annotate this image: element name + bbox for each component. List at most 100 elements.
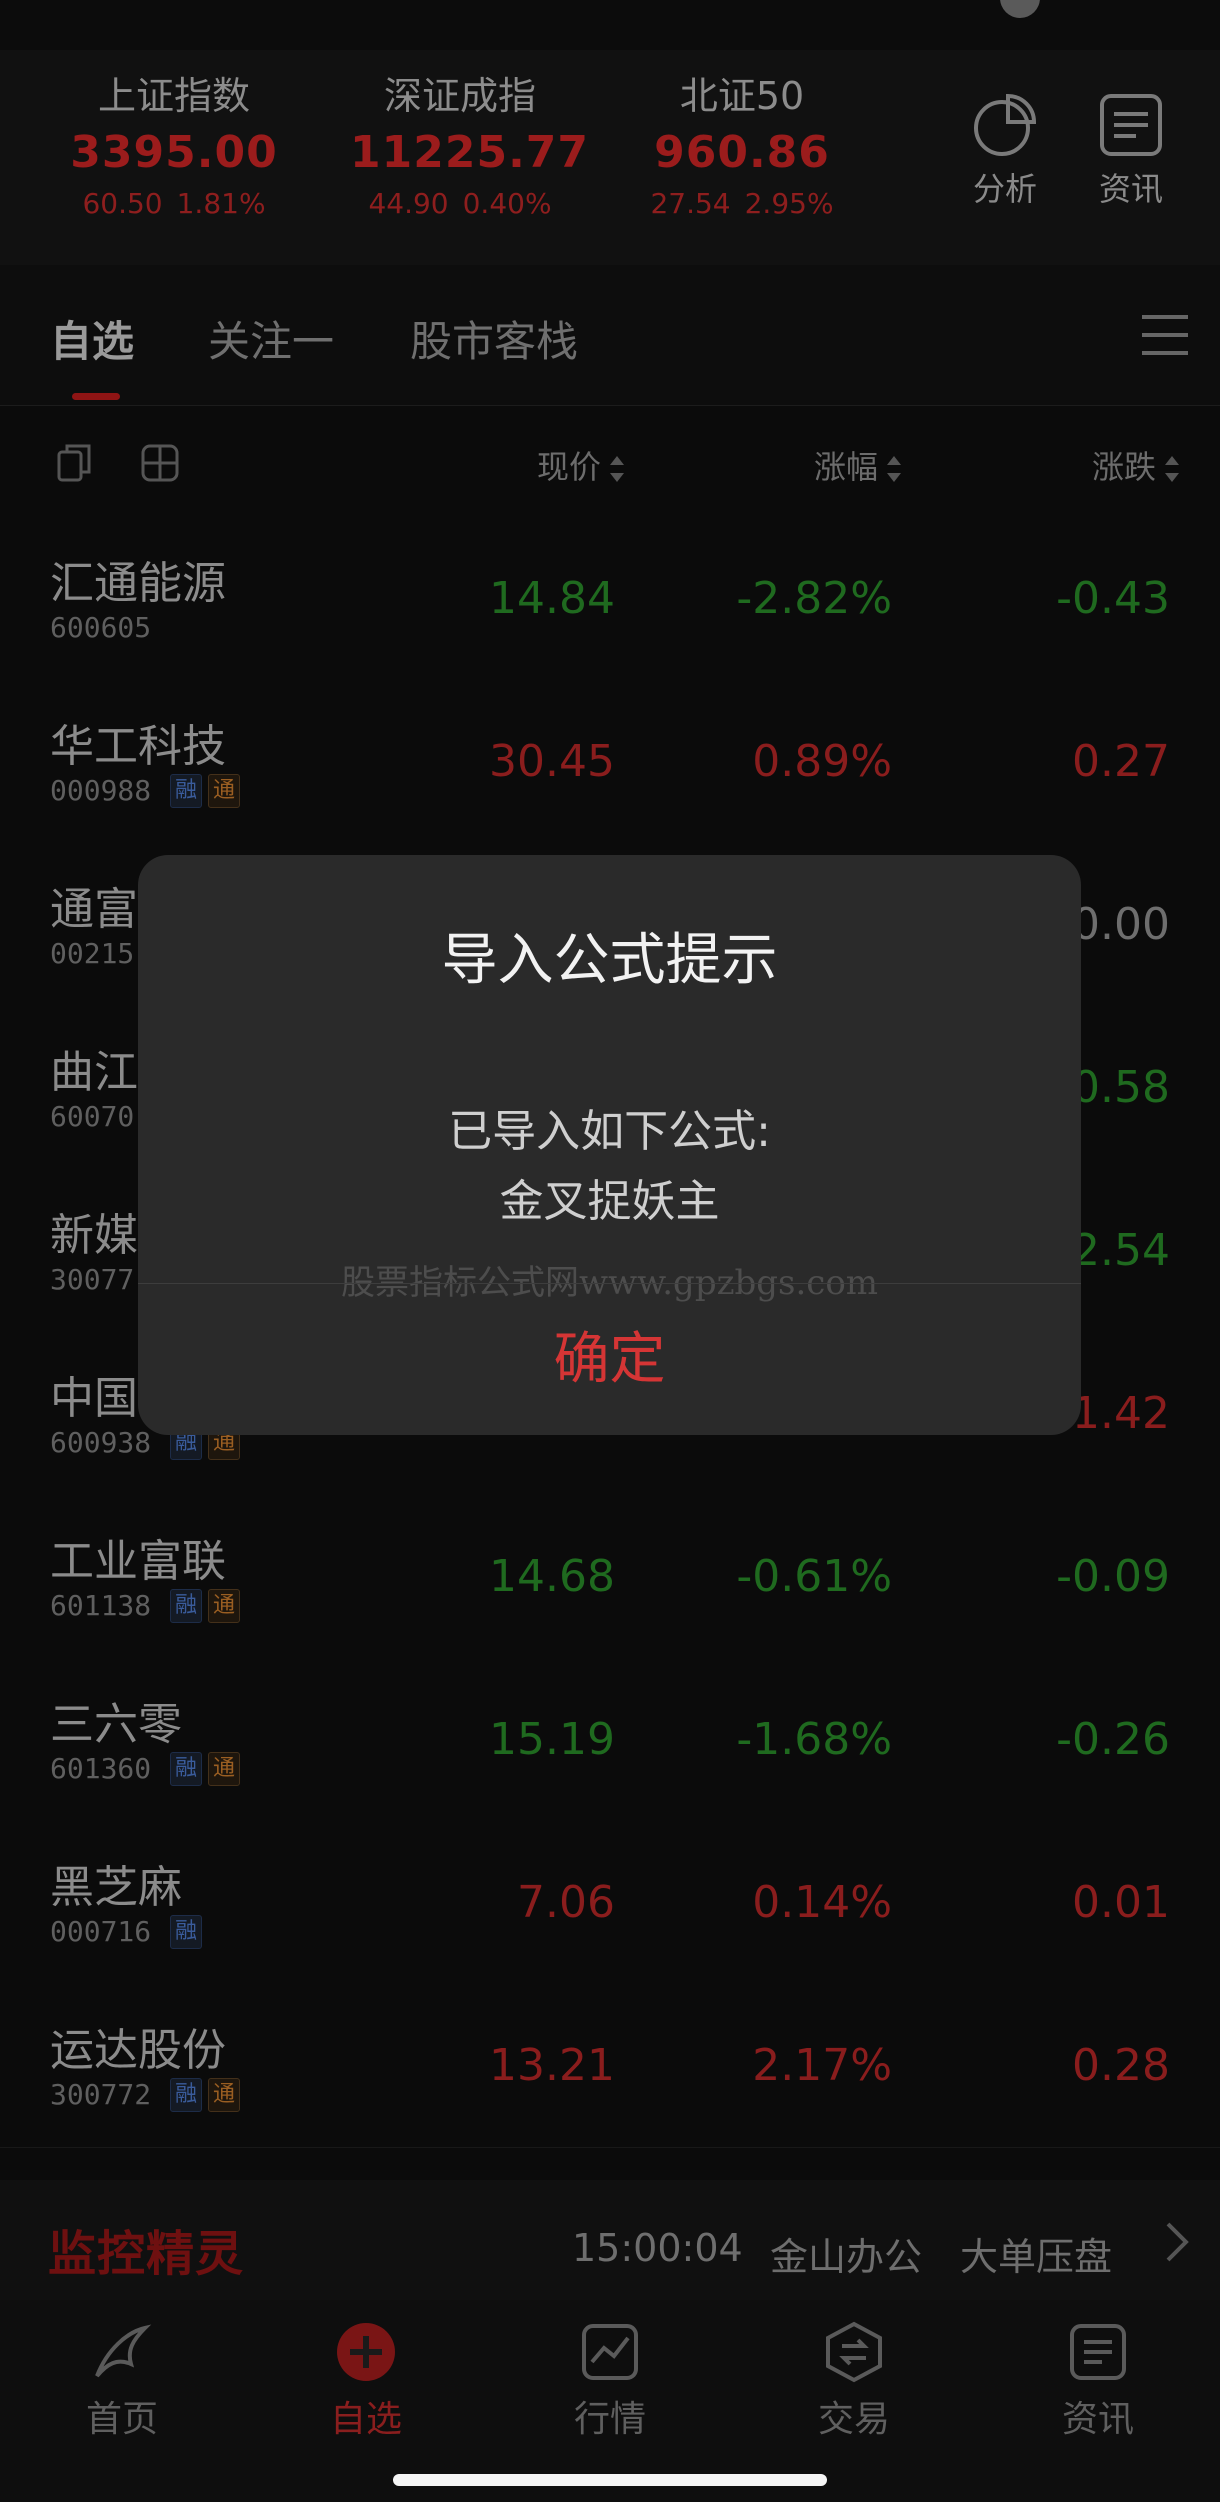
index-strip: 上证指数 3395.00 60.50 1.81% 深证成指 11225.77 44… xyxy=(0,50,1220,265)
nav-home[interactable]: 首页 xyxy=(52,2320,192,2442)
tab-watchlist[interactable]: 自选 xyxy=(50,308,134,369)
nav-news-label: 资讯 xyxy=(1061,2399,1134,2440)
stock-name: 三六零 xyxy=(50,1699,182,1750)
sort-icon xyxy=(609,454,625,484)
stock-tags: 融 xyxy=(170,1915,208,1949)
index-value: 3395.00 xyxy=(70,127,278,178)
news-icon xyxy=(1070,2324,1126,2380)
stock-code: 601138 xyxy=(50,1589,152,1622)
sort-change-button[interactable]: 涨跌 xyxy=(1092,442,1180,488)
menu-icon[interactable] xyxy=(1140,313,1190,357)
stock-price: 7.06 xyxy=(517,1877,615,1928)
stock-change: 0.00 xyxy=(1072,899,1170,950)
chevron-right-icon[interactable] xyxy=(1164,2220,1190,2264)
stock-price: 14.68 xyxy=(489,1551,615,1602)
stock-code: 60070 xyxy=(50,1100,135,1133)
nav-trade[interactable]: 交易 xyxy=(784,2320,924,2442)
stock-code: 600605 xyxy=(50,611,152,644)
margin-tag: 融 xyxy=(170,2078,202,2112)
stock-name: 黑芝麻 xyxy=(50,1862,182,1913)
stock-price: 13.21 xyxy=(489,2040,615,2091)
nav-home-label: 首页 xyxy=(85,2399,158,2440)
status-indicator xyxy=(1000,0,1040,18)
stock-change: 2.54 xyxy=(1072,1225,1170,1276)
column-header: 现价 涨幅 涨跌 xyxy=(0,406,1220,516)
index-name: 深证成指 xyxy=(383,74,536,118)
index-change: 44.90 0.40% xyxy=(350,184,570,224)
connect-tag: 通 xyxy=(208,774,240,808)
stock-change: 0.01 xyxy=(1072,1877,1170,1928)
monitor-bar[interactable]: 监控精灵 15:00:04 金山办公 大单压盘 xyxy=(0,2180,1220,2300)
copy-icon[interactable] xyxy=(55,442,95,482)
nav-news[interactable]: 资讯 xyxy=(1028,2320,1168,2442)
nav-market[interactable]: 行情 xyxy=(540,2320,680,2442)
news-button[interactable]: 资讯 xyxy=(1076,92,1186,210)
stock-row[interactable]: 运达股份 300772 融通 13.21 2.17% 0.28 xyxy=(0,1984,1220,2148)
stock-code: 30077 xyxy=(50,1263,135,1296)
nav-trade-label: 交易 xyxy=(817,2399,890,2440)
connect-tag: 通 xyxy=(208,2078,240,2112)
status-bar xyxy=(0,0,1220,50)
stock-percent: -2.82% xyxy=(736,573,892,624)
stock-row[interactable]: 工业富联 601138 融通 14.68 -0.61% -0.09 xyxy=(0,1495,1220,1659)
dialog-title: 导入公式提示 xyxy=(441,928,778,993)
stock-tags: 融通 xyxy=(170,1589,246,1623)
stock-price: 14.84 xyxy=(489,573,615,624)
stock-change: 1.42 xyxy=(1072,1388,1170,1439)
stock-code: 000988 xyxy=(50,774,152,807)
analysis-label: 分析 xyxy=(972,170,1037,208)
sort-percent-button[interactable]: 涨幅 xyxy=(814,442,902,488)
index-bz50[interactable]: 北证50 960.86 27.54 2.95% xyxy=(632,70,852,224)
dialog-formula-name: 金叉捉妖主 xyxy=(499,1176,720,1227)
index-change-points: 44.90 xyxy=(368,187,449,220)
monitor-time: 15:00:04 xyxy=(572,2226,743,2270)
confirm-button[interactable]: 确定 xyxy=(138,1284,1081,1435)
stock-row[interactable]: 汇通能源 600605 14.84 -2.82% -0.43 xyxy=(0,517,1220,681)
stock-change: -0.26 xyxy=(1056,1714,1170,1765)
connect-tag: 通 xyxy=(208,1589,240,1623)
stock-tags: 融通 xyxy=(170,1752,246,1786)
column-change-label: 涨跌 xyxy=(1091,448,1156,486)
index-change-points: 27.54 xyxy=(650,187,731,220)
index-change: 60.50 1.81% xyxy=(64,184,284,224)
pie-chart-icon xyxy=(974,93,1037,156)
trade-exchange-icon xyxy=(826,2321,882,2383)
index-change: 27.54 2.95% xyxy=(632,184,852,224)
stock-percent: -0.61% xyxy=(736,1551,892,1602)
stock-code: 00215 xyxy=(50,937,135,970)
stock-name: 运达股份 xyxy=(50,2025,226,2076)
tab-follow-group[interactable]: 关注一 xyxy=(208,308,334,369)
stock-row[interactable]: 黑芝麻 000716 融 7.06 0.14% 0.01 xyxy=(0,1821,1220,1985)
stock-percent: 0.14% xyxy=(752,1877,892,1928)
stock-name: 汇通能源 xyxy=(50,558,226,609)
stock-row[interactable]: 华工科技 000988 融通 30.45 0.89% 0.27 xyxy=(0,680,1220,844)
index-change-percent: 1.81% xyxy=(176,187,266,220)
margin-tag: 融 xyxy=(170,1752,202,1786)
stock-name: 通富 xyxy=(50,884,138,935)
home-indicator xyxy=(393,2474,827,2486)
margin-tag: 融 xyxy=(170,1589,202,1623)
margin-tag: 融 xyxy=(170,1915,202,1949)
stock-percent: 2.17% xyxy=(752,2040,892,2091)
stock-code: 000716 xyxy=(50,1915,152,1948)
stock-row[interactable]: 三六零 601360 融通 15.19 -1.68% -0.26 xyxy=(0,1658,1220,1822)
plus-circle-icon xyxy=(337,2323,395,2381)
active-tab-indicator xyxy=(72,393,120,400)
monitor-logo: 监控精灵 xyxy=(48,2226,245,2282)
nav-watchlist[interactable]: 自选 xyxy=(296,2320,436,2442)
analysis-button[interactable]: 分析 xyxy=(950,92,1060,210)
stock-name: 华工科技 xyxy=(50,721,226,772)
index-value: 11225.77 xyxy=(350,127,590,178)
index-name: 上证指数 xyxy=(97,74,250,118)
sort-price-button[interactable]: 现价 xyxy=(537,442,625,488)
index-shanghai[interactable]: 上证指数 3395.00 60.50 1.81% xyxy=(64,70,284,224)
index-shenzhen[interactable]: 深证成指 11225.77 44.90 0.40% xyxy=(350,70,590,224)
index-change-percent: 2.95% xyxy=(744,187,834,220)
nav-market-label: 行情 xyxy=(573,2399,646,2440)
sort-icon xyxy=(886,454,902,484)
home-swoosh-icon xyxy=(95,2324,152,2378)
grid-icon[interactable] xyxy=(140,443,180,483)
column-percent-label: 涨幅 xyxy=(813,448,878,486)
sort-icon xyxy=(1164,454,1180,484)
tab-stock-inn[interactable]: 股市客栈 xyxy=(410,308,578,369)
